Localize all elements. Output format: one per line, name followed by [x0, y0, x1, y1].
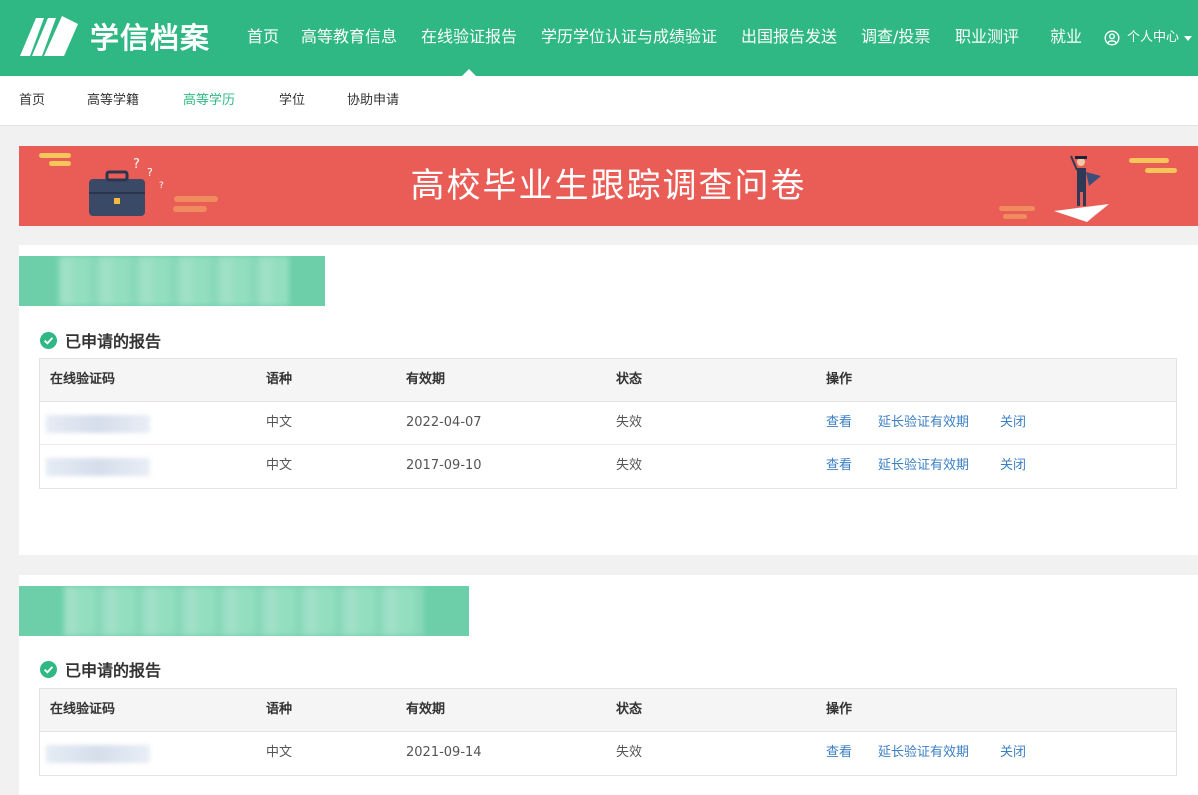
column-header-language: 语种: [266, 702, 293, 717]
site-logo[interactable]: 学信档案: [18, 14, 210, 58]
redacted-school-name: [64, 586, 424, 636]
redacted-verification-code: [46, 745, 150, 763]
column-header-expiry: 有效期: [406, 702, 446, 717]
extend-validity-link[interactable]: 延长验证有效期: [878, 445, 969, 487]
survey-banner[interactable]: ? ? ? 高校毕业生跟踪调查问卷: [19, 146, 1198, 226]
column-header-code: 在线验证码: [50, 702, 116, 717]
brand-name: 学信档案: [90, 21, 211, 55]
nav-item-higher-education-info[interactable]: 高等教育信息: [301, 0, 397, 76]
extend-validity-link[interactable]: 延长验证有效期: [878, 732, 969, 774]
cell-status: 失效: [616, 415, 643, 430]
extend-validity-link[interactable]: 延长验证有效期: [878, 402, 969, 444]
user-center-label: 个人中心: [1127, 30, 1180, 45]
nav-item-career-assessment[interactable]: 职业测评: [955, 0, 1019, 76]
cell-language: 中文: [266, 745, 293, 760]
chevron-down-icon: [1184, 35, 1193, 41]
cell-status: 失效: [616, 745, 643, 760]
check-circle-icon: [40, 660, 57, 678]
view-link[interactable]: 查看: [826, 402, 852, 444]
cell-language: 中文: [266, 458, 293, 473]
section-title: 已申请的报告: [40, 329, 161, 351]
sub-navigation-bar: 首页 高等学籍 高等学历 学位 协助申请: [0, 76, 1198, 126]
book-logo-icon: [20, 16, 78, 56]
section-title-text: 已申请的报告: [65, 661, 162, 680]
section-title-text: 已申请的报告: [65, 332, 162, 351]
reports-table: 在线验证码 语种 有效期 状态 操作 中文 2022-04-07 失效 查看 延…: [39, 358, 1177, 489]
close-link[interactable]: 关闭: [1000, 402, 1026, 444]
reports-table: 在线验证码 语种 有效期 状态 操作 中文 2021-09-14 失效 查看 延…: [39, 688, 1177, 776]
redacted-school-name: [59, 256, 289, 306]
section-title: 已申请的报告: [40, 658, 161, 680]
table-row: 中文 2017-09-10 失效 查看 延长验证有效期 关闭: [40, 445, 1176, 488]
nav-item-employment[interactable]: 就业: [1050, 0, 1082, 76]
school-name-banner: [19, 586, 469, 636]
column-header-expiry: 有效期: [406, 372, 446, 387]
nav-item-online-verification-report[interactable]: 在线验证报告: [421, 0, 517, 76]
redacted-verification-code: [46, 415, 150, 433]
cell-language: 中文: [266, 415, 293, 430]
close-link[interactable]: 关闭: [1000, 732, 1026, 774]
banner-decoration-right: [999, 155, 1177, 222]
cell-status: 失效: [616, 458, 643, 473]
report-card: 已申请的报告 在线验证码 语种 有效期 状态 操作 中文 2022-04-07 …: [19, 245, 1198, 555]
column-header-actions: 操作: [826, 702, 853, 717]
table-row: 中文 2021-09-14 失效 查看 延长验证有效期 关闭: [40, 732, 1176, 775]
view-link[interactable]: 查看: [826, 732, 852, 774]
cell-expiry: 2017-09-10: [406, 458, 482, 473]
user-circle-icon: [1104, 30, 1120, 46]
cell-expiry: 2022-04-07: [406, 415, 482, 430]
subnav-item-degree[interactable]: 学位: [279, 76, 305, 126]
cell-expiry: 2021-09-14: [406, 745, 482, 760]
table-header: 在线验证码 语种 有效期 状态 操作: [40, 689, 1176, 732]
subnav-item-home[interactable]: 首页: [19, 76, 45, 126]
subnav-item-assist-application[interactable]: 协助申请: [347, 76, 399, 126]
nav-item-survey-vote[interactable]: 调查/投票: [861, 0, 930, 76]
nav-item-degree-certification[interactable]: 学历学位认证与成绩验证: [541, 0, 717, 76]
column-header-actions: 操作: [826, 372, 853, 387]
column-header-status: 状态: [616, 372, 643, 387]
school-name-banner: [19, 256, 325, 306]
user-center-menu[interactable]: 个人中心: [1104, 0, 1193, 76]
top-navigation-bar: 学信档案 首页 高等教育信息 在线验证报告 学历学位认证与成绩验证 出国报告发送…: [0, 0, 1198, 76]
check-circle-icon: [40, 331, 57, 349]
table-row: 中文 2022-04-07 失效 查看 延长验证有效期 关闭: [40, 402, 1176, 445]
report-card: 已申请的报告 在线验证码 语种 有效期 状态 操作 中文 2021-09-14 …: [19, 575, 1198, 795]
nav-item-home[interactable]: 首页: [247, 0, 279, 76]
subnav-item-enrollment[interactable]: 高等学籍: [87, 76, 139, 126]
view-link[interactable]: 查看: [826, 445, 852, 487]
close-link[interactable]: 关闭: [1000, 445, 1026, 487]
column-header-language: 语种: [266, 372, 293, 387]
table-header: 在线验证码 语种 有效期 状态 操作: [40, 359, 1176, 402]
redacted-verification-code: [46, 458, 150, 476]
nav-item-overseas-report[interactable]: 出国报告发送: [741, 0, 837, 76]
column-header-status: 状态: [616, 702, 643, 717]
subnav-item-education[interactable]: 高等学历: [183, 76, 235, 126]
column-header-code: 在线验证码: [50, 372, 116, 387]
